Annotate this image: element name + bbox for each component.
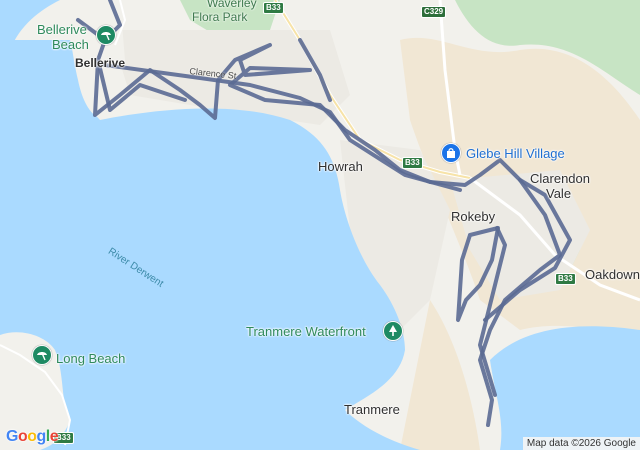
rokeby-label: Rokeby [451, 209, 496, 224]
howrah-label: Howrah [318, 159, 363, 174]
c329-shield: C329 [421, 6, 447, 18]
google-logo: Google [6, 428, 59, 445]
beach-umbrella-icon[interactable] [32, 345, 52, 365]
flora-park-label: Flora Park [192, 10, 248, 24]
map-canvas[interactable]: Waverley Flora Park Bellerive Beach Bell… [0, 0, 640, 450]
shopping-bag-icon[interactable] [441, 143, 461, 163]
oakdowns-label: Oakdown [585, 267, 640, 282]
ralphs-bay-water [490, 326, 640, 450]
tranmere-label: Tranmere [344, 402, 400, 417]
clarendon-vale-label-line2: Vale [546, 186, 572, 201]
bellerive-beach-label-line1: Bellerive [37, 22, 87, 37]
b33-shield-mid: B33 [402, 157, 423, 169]
map-attribution[interactable]: Map data ©2026 Google [522, 437, 640, 450]
clarendon-vale-label-line1: Clarendon [530, 171, 590, 186]
waverley-label: Waverley [207, 0, 257, 10]
tree-icon[interactable] [383, 321, 403, 341]
bellerive-label: Bellerive [75, 56, 126, 70]
glebe-hill-village-label[interactable]: Glebe Hill Village [466, 146, 565, 161]
long-beach-label: Long Beach [56, 351, 126, 366]
b33-shield-right: B33 [555, 273, 576, 285]
tranmere-waterfront-label: Tranmere Waterfront [246, 324, 366, 339]
bellerive-beach-label-line2: Beach [52, 37, 89, 52]
beach-umbrella-icon[interactable] [96, 25, 116, 45]
b33-shield-top: B33 [263, 2, 284, 14]
